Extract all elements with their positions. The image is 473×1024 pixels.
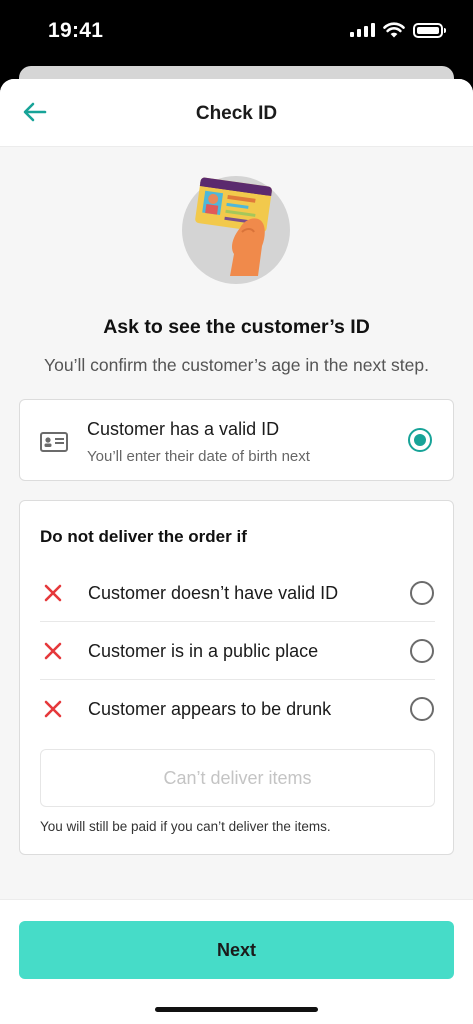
valid-id-option[interactable]: Customer has a valid ID You’ll enter the… bbox=[19, 399, 454, 481]
option-radio[interactable] bbox=[410, 581, 434, 605]
valid-id-radio[interactable] bbox=[408, 428, 432, 452]
do-not-deliver-card: Do not deliver the order if Customer doe… bbox=[19, 500, 454, 855]
id-card-hand-illustration bbox=[182, 176, 290, 284]
option-label: Customer doesn’t have valid ID bbox=[88, 583, 339, 603]
id-card-icon bbox=[40, 432, 68, 452]
cellular-signal-icon bbox=[350, 23, 375, 37]
status-icons bbox=[350, 22, 446, 38]
close-icon bbox=[44, 700, 62, 718]
close-icon bbox=[44, 642, 62, 660]
close-icon bbox=[44, 584, 62, 602]
valid-id-subtitle: You’ll enter their date of birth next bbox=[87, 448, 310, 465]
status-time: 19:41 bbox=[48, 19, 104, 42]
option-no-valid-id[interactable]: Customer doesn’t have valid ID bbox=[40, 564, 435, 622]
next-button[interactable]: Next bbox=[19, 921, 454, 979]
page-title: Check ID bbox=[195, 103, 278, 124]
option-public-place[interactable]: Customer is in a public place bbox=[40, 622, 435, 680]
heading: Ask to see the customer’s ID bbox=[103, 316, 370, 338]
home-indicator bbox=[155, 1007, 318, 1012]
valid-id-title: Customer has a valid ID bbox=[87, 419, 280, 439]
option-label: Customer is in a public place bbox=[88, 641, 319, 661]
do-not-deliver-title: Do not deliver the order if bbox=[40, 527, 247, 546]
wifi-icon bbox=[383, 22, 405, 38]
option-radio[interactable] bbox=[410, 639, 434, 663]
header: Check ID bbox=[0, 79, 473, 147]
option-label: Customer appears to be drunk bbox=[88, 699, 332, 719]
cant-deliver-button[interactable]: Can’t deliver items bbox=[40, 749, 435, 807]
option-radio[interactable] bbox=[410, 697, 434, 721]
battery-icon bbox=[413, 22, 446, 38]
status-bar: 19:41 bbox=[0, 0, 473, 70]
payment-note: You will still be paid if you can’t deli… bbox=[40, 819, 331, 834]
subheading: You’ll confirm the customer’s age in the… bbox=[44, 355, 429, 375]
option-drunk[interactable]: Customer appears to be drunk bbox=[40, 680, 435, 738]
footer: Next bbox=[0, 899, 473, 1024]
check-id-sheet: Check ID Ask to see the customer’s ID Yo… bbox=[0, 79, 473, 1024]
